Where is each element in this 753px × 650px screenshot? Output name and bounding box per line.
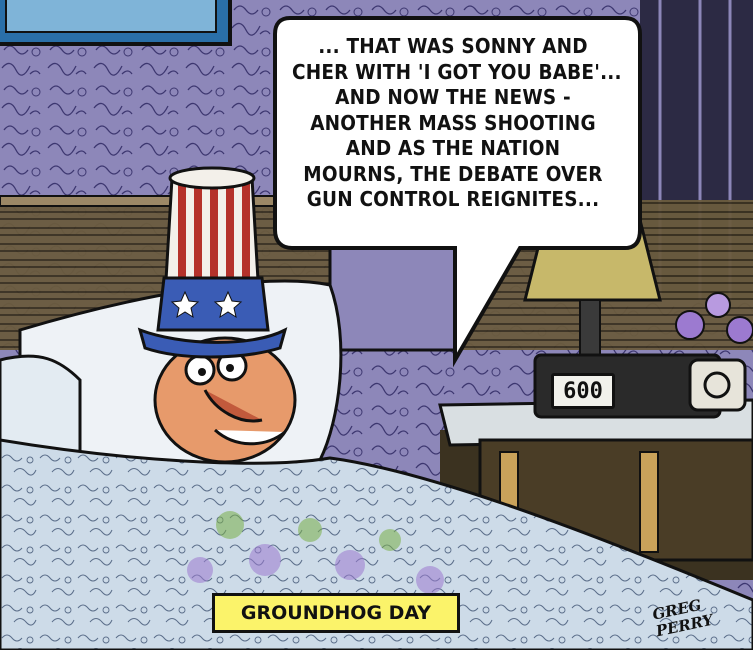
cartoon-panel: ... THAT WAS SONNY AND CHER WITH 'I GOT …: [0, 0, 753, 650]
speech-bubble-text: ... THAT WAS SONNY AND CHER WITH 'I GOT …: [292, 34, 622, 213]
speech-line: CHER WITH 'I GOT YOU BABE'...: [292, 59, 622, 84]
speech-line: AND NOW THE NEWS -: [335, 85, 571, 109]
caption-box: GROUNDHOG DAY: [212, 593, 460, 633]
clock-radio-knob: [688, 358, 747, 412]
caption-text: GROUNDHOG DAY: [240, 602, 432, 624]
clock-display: 600: [551, 373, 615, 409]
speech-line: ... THAT WAS SONNY AND: [318, 34, 588, 58]
speech-line: AND AS THE NATION: [345, 136, 561, 160]
speech-line: GUN CONTROL REIGNITES...: [306, 187, 600, 211]
speech-line: MOURNS, THE DEBATE OVER: [303, 161, 603, 186]
speech-line: ANOTHER MASS SHOOTING: [310, 110, 596, 135]
lamp-base: [579, 299, 601, 361]
